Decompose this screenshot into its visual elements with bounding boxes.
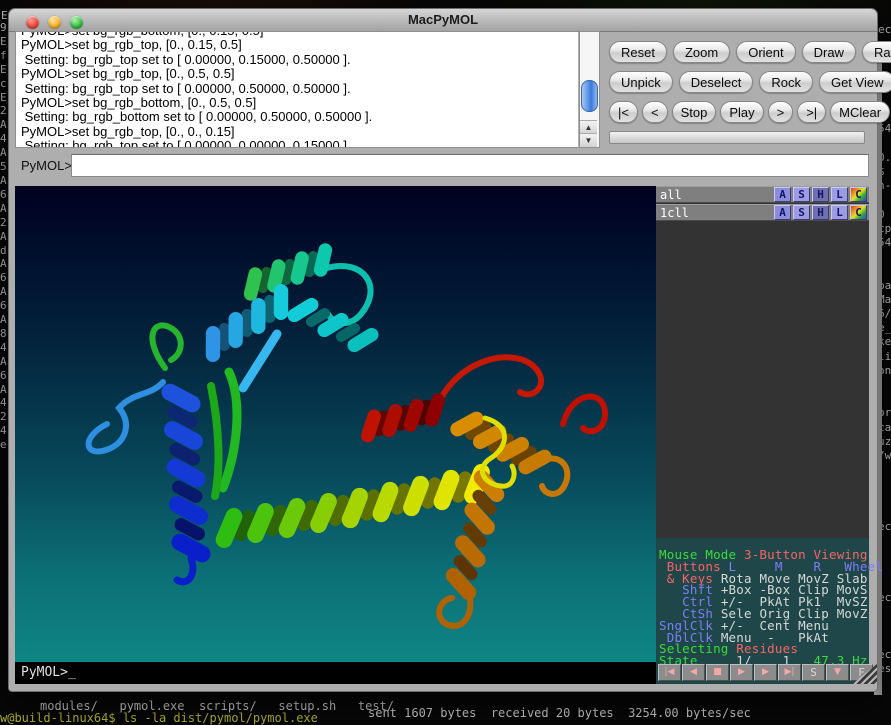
object-list: allASHLC1cllASHLC	[656, 186, 869, 221]
scrollbar-thumb[interactable]	[581, 80, 598, 112]
-button[interactable]: <	[642, 101, 668, 123]
terminal-fragment-prompt: w@build-linux64$ ls -la dist/pymol/pymol…	[0, 711, 318, 725]
zoom-button[interactable]: Zoom	[673, 41, 730, 63]
console-lines: PyMOL>set bg_rgb_bottom, [0., 0.15, 0.5]…	[16, 31, 578, 148]
mclear-button[interactable]: MClear	[830, 101, 890, 123]
play-button[interactable]: ▶	[730, 664, 753, 681]
object-row-all[interactable]: allASHLC	[656, 186, 869, 203]
object-name[interactable]: all	[656, 188, 774, 202]
coil-segment	[177, 558, 193, 582]
deselect-button[interactable]: Deselect	[679, 71, 754, 93]
desktop: { "desktop": { "top_text": "EADONLY DATA…	[0, 0, 891, 706]
minimize-button[interactable]	[48, 16, 61, 29]
object-name[interactable]: 1cll	[656, 206, 774, 220]
label-menu-button[interactable]: L	[831, 187, 848, 202]
protein-cartoon	[15, 186, 656, 662]
helix-ribbon-turn	[264, 295, 275, 323]
console-output[interactable]: PyMOL>set bg_rgb_bottom, [0., 0.15, 0.5]…	[15, 31, 578, 148]
zoom-button[interactable]	[70, 16, 83, 29]
pymol-prompt-label: PyMOL>	[21, 158, 72, 173]
ray-button[interactable]: Ray	[862, 41, 891, 63]
unpick-button[interactable]: Unpick	[609, 71, 673, 93]
viewport-3d[interactable]	[15, 186, 656, 662]
close-button[interactable]	[26, 16, 39, 29]
reset-button[interactable]: Reset	[609, 41, 667, 63]
viewport-feedback-line: PyMOL>_	[15, 662, 656, 684]
go-to-end-button[interactable]: ▶|	[778, 664, 801, 681]
coil-segment	[223, 372, 237, 488]
play-button[interactable]: Play	[720, 101, 763, 123]
helix-ribbon-turn	[274, 284, 289, 320]
-button[interactable]: >	[768, 101, 794, 123]
command-input[interactable]	[71, 154, 869, 177]
title-bar[interactable]: MacPyMOL	[9, 9, 877, 32]
go-to-start-button[interactable]: |◀	[658, 664, 681, 681]
scroll-up-arrow[interactable]: ▲	[580, 120, 597, 134]
mouse-mode-text: Mouse Mode 3-Button Viewing Buttons L M …	[659, 549, 869, 667]
coil-segment	[89, 382, 163, 451]
scroll-down-arrow[interactable]: ▼	[580, 133, 597, 147]
menu-dropdown-button[interactable]: ▼	[826, 664, 849, 681]
step-back-button[interactable]: ◀	[682, 664, 705, 681]
action-menu-button[interactable]: A	[774, 205, 791, 220]
console-scrollbar[interactable]: ▲ ▼	[579, 31, 600, 148]
button-row-2: UnpickDeselectRockGet View	[609, 71, 871, 93]
coil-segment	[435, 357, 541, 412]
show-menu-button[interactable]: S	[793, 205, 810, 220]
hide-menu-button[interactable]: H	[812, 187, 829, 202]
object-row-1cll[interactable]: 1cllASHLC	[656, 204, 869, 221]
action-menu-button[interactable]: A	[774, 187, 791, 202]
-button[interactable]: |<	[609, 101, 638, 123]
coil-segment	[243, 334, 277, 388]
-button[interactable]: >|	[797, 101, 826, 123]
draw-button[interactable]: Draw	[802, 41, 856, 63]
orient-button[interactable]: Orient	[736, 41, 795, 63]
window-title: MacPyMOL	[408, 12, 478, 27]
label-menu-button[interactable]: L	[831, 205, 848, 220]
movie-progress-bar[interactable]	[609, 131, 865, 144]
get-view-button[interactable]: Get View	[819, 71, 891, 93]
terminal-fragment-rsync: sent 1607 bytes received 20 bytes 3254.0…	[368, 706, 751, 720]
rock-button[interactable]: Rock	[759, 71, 813, 93]
helix-ribbon-turn	[206, 326, 221, 362]
mouse-mode-panel: Mouse Mode 3-Button Viewing Buttons L M …	[656, 538, 869, 684]
forward-button[interactable]: ▶	[754, 664, 777, 681]
helix-ribbon-turn	[219, 323, 230, 351]
color-menu-button[interactable]: C	[850, 205, 867, 220]
movie-controls: |◀◀■▶▶▶|S▼F	[658, 664, 873, 681]
button-row-1: ResetZoomOrientDrawRay	[609, 41, 871, 63]
stop-button[interactable]: ■	[706, 664, 729, 681]
show-menu-button[interactable]: S	[793, 187, 810, 202]
hide-menu-button[interactable]: H	[812, 205, 829, 220]
control-button-panel: ResetZoomOrientDrawRay UnpickDeselectRoc…	[609, 41, 871, 144]
helix-ribbon-turn	[251, 298, 266, 334]
terminal-fragment-left: 9 E f E c E 2 A 4 A 5 A 6 A 2 A d A 6 A …	[0, 21, 7, 452]
coil-segment	[152, 325, 180, 368]
object-panel: allASHLC1cllASHLC Mouse Mode 3-Button Vi…	[656, 186, 869, 684]
coil-segment	[211, 386, 218, 496]
color-menu-button[interactable]: C	[850, 187, 867, 202]
macpymol-window: MacPyMOL PyMOL>set bg_rgb_bottom, [0., 0…	[8, 8, 878, 692]
scene-button[interactable]: S	[802, 664, 825, 681]
coil-segment	[563, 397, 605, 432]
helix-ribbon-turn	[241, 309, 252, 337]
helix-ribbon-turn	[228, 312, 243, 348]
stop-button[interactable]: Stop	[672, 101, 717, 123]
button-row-3: |<<StopPlay>>|MClear	[609, 101, 871, 123]
coil-segment	[327, 266, 371, 323]
